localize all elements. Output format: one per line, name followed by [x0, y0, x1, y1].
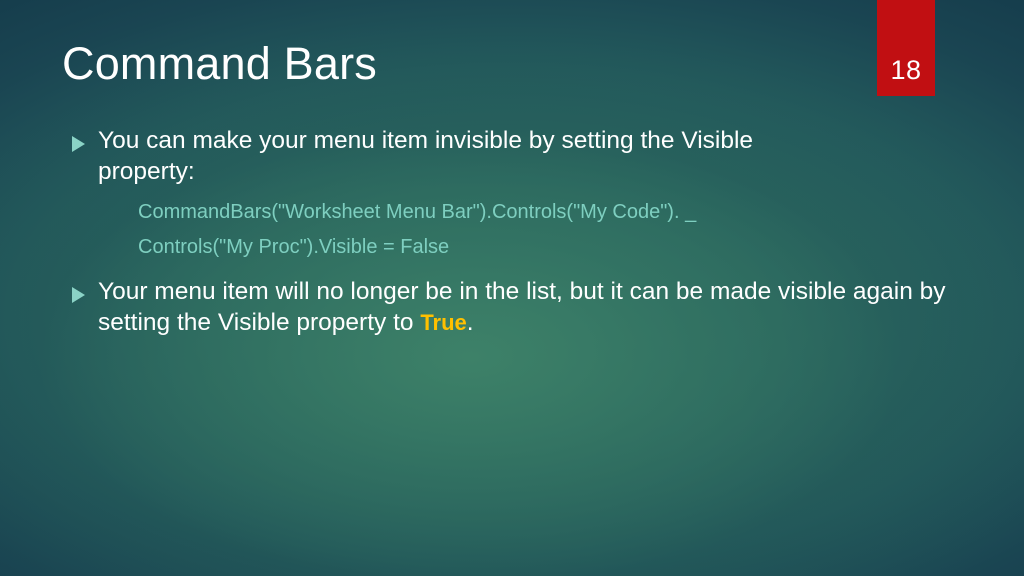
- slide-body: You can make your menu item invisible by…: [70, 126, 962, 338]
- triangle-right-icon: [72, 136, 85, 152]
- triangle-right-icon: [72, 286, 85, 303]
- slide-number-text: 18: [890, 55, 922, 85]
- slide-title: Command Bars: [62, 38, 378, 89]
- keyword-true: True: [420, 309, 467, 335]
- code-block: CommandBars("Worksheet Menu Bar").Contro…: [70, 195, 962, 265]
- code-line-2: Controls("My Proc").Visible = False: [138, 235, 450, 258]
- bullet-item-2: Your menu item will no longer be in the …: [70, 277, 962, 339]
- code-line-1: CommandBars("Worksheet Menu Bar").Contro…: [138, 200, 697, 223]
- bullet-1-line-2: property:: [98, 157, 195, 185]
- bullet-item-1: You can make your menu item invisible by…: [70, 126, 962, 188]
- slide-number-badge: 18: [877, 0, 935, 96]
- bullet-1-line-1: You can make your menu item invisible by…: [98, 127, 754, 154]
- bullet-2-text-part2: .: [466, 308, 474, 336]
- presentation-slide: 18 Command Bars You can make your menu i…: [0, 0, 1024, 576]
- bullet-2-text-part1: Your menu item will no longer be in the …: [98, 277, 946, 336]
